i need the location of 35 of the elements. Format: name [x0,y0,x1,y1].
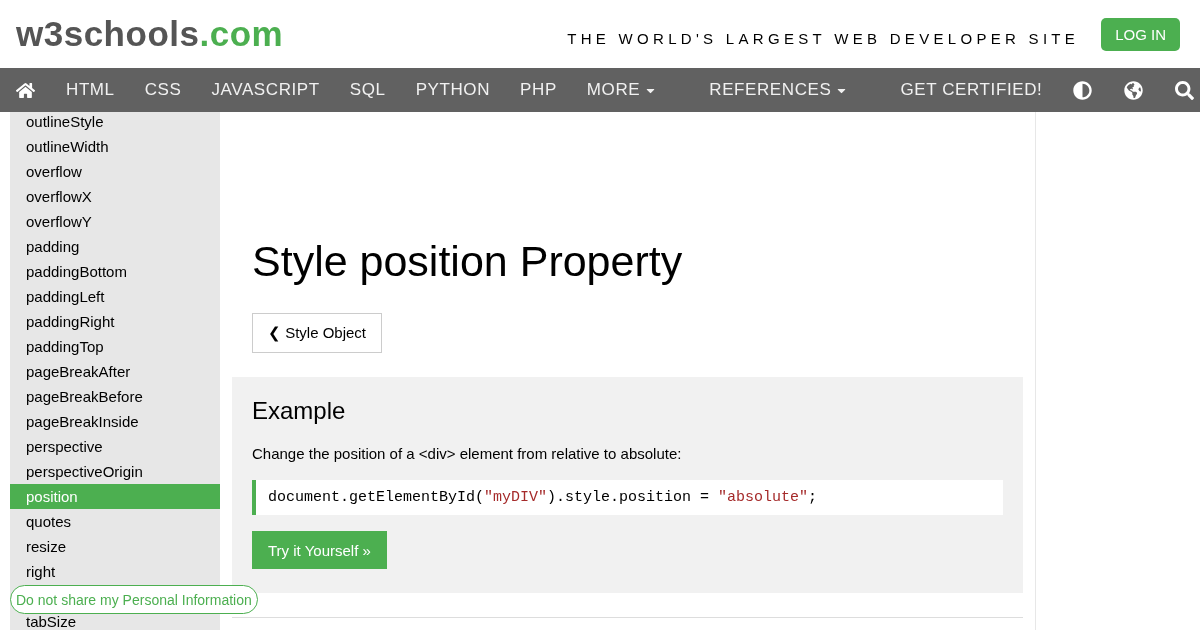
sidebar-item[interactable]: pageBreakBefore [10,383,220,409]
sidebar-item[interactable]: padding [10,233,220,259]
nav-link[interactable]: PHP [505,80,572,100]
sidebar-item[interactable]: resize [10,533,220,559]
sidebar-item[interactable]: paddingTop [10,333,220,359]
sidebar-item[interactable]: perspective [10,433,220,459]
sidebar-item[interactable]: overflow [10,158,220,184]
code-block: document.getElementById("myDIV").style.position = "absolute"; [252,480,1003,515]
nav-link[interactable]: CSS [129,80,197,100]
page-title: Style position Property [252,236,684,287]
sidebar-item[interactable]: tabSize [10,614,220,630]
tagline: THE WORLD'S LARGEST WEB DEVELOPER SITE [567,29,1080,47]
sidebar-item[interactable]: pageBreakInside [10,408,220,434]
sidebar-item[interactable]: paddingBottom [10,258,220,284]
example-heading: Example [252,397,347,425]
sidebar-item[interactable]: outlineWidth [10,133,220,159]
sidebar-item[interactable]: paddingLeft [10,283,220,309]
nav-link[interactable]: PYTHON [400,80,506,100]
nav-link[interactable]: JAVASCRIPT [196,80,335,100]
sidebar-item[interactable]: pageBreakAfter [10,358,220,384]
sidebar-item[interactable]: right [10,558,220,584]
sidebar-item[interactable]: overflowX [10,183,220,209]
sidebar-item[interactable]: overflowY [10,208,220,234]
sidebar-item[interactable]: paddingRight [10,308,220,334]
example-description: Change the position of a <div> element from relative to absolute: [252,445,683,462]
sidebar-item[interactable]: perspectiveOrigin [10,458,220,484]
nav-link[interactable]: MORE [571,80,673,100]
sidebar-item[interactable]: outlineStyle [10,112,220,134]
nav-link[interactable]: GET CERTIFIED! [885,80,1058,100]
nav-link[interactable]: HTML [51,80,130,100]
back-button[interactable]: ❮ Style Object [252,313,383,353]
site-logo[interactable]: w3schools.com [16,14,284,54]
sidebar-item[interactable]: quotes [10,508,220,534]
nav-link[interactable]: REFERENCES [694,80,864,100]
nav-link[interactable]: SQL [334,80,401,100]
